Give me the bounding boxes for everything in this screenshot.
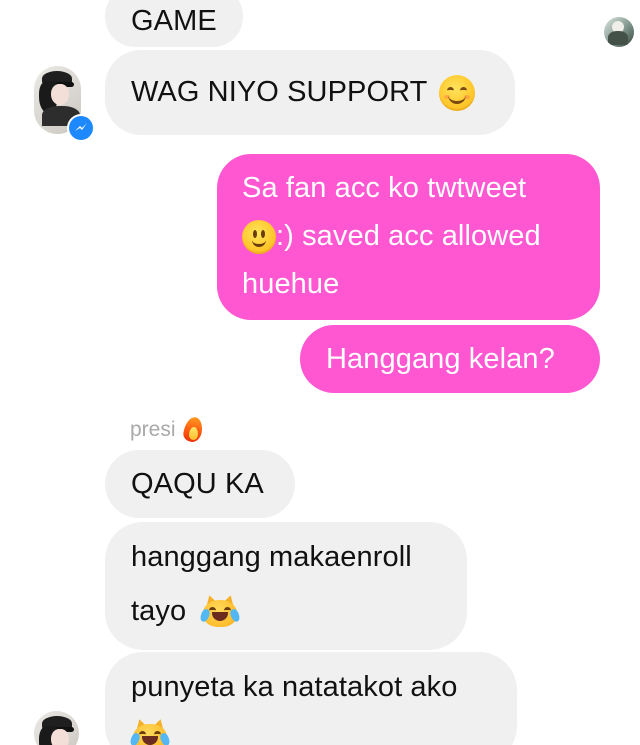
message-line-2: [128, 711, 517, 745]
message-bubble-game[interactable]: GAME: [105, 0, 243, 47]
chat-screen: GAME WAG NIYO SUPPORT Sa fan acc ko twtw…: [0, 0, 640, 745]
mouth: [448, 92, 467, 105]
avatar-body: [608, 31, 628, 45]
message-line-3: huehue: [242, 268, 340, 300]
message-line-1: hanggang makaenroll: [131, 541, 412, 573]
message-bubble-hanggang-kelan[interactable]: Hanggang kelan?: [300, 325, 600, 393]
message-text: WAG NIYO SUPPORT: [131, 76, 427, 108]
message-line-2: tayo: [131, 584, 467, 638]
sender-avatar-presi-bottom[interactable]: [34, 711, 79, 745]
avatar-face: [51, 729, 69, 745]
left-eye: [253, 230, 257, 239]
message-line-2-text: tayo: [131, 595, 187, 627]
message-line-2-text: :) saved acc allowed: [276, 220, 541, 252]
avatar-face: [51, 84, 69, 105]
seen-avatar: [604, 17, 634, 47]
smiling-face-icon: [439, 75, 476, 112]
fire-icon: [182, 416, 206, 444]
message-bubble-fan-acc[interactable]: Sa fan acc ko twtweet :) saved acc allow…: [217, 154, 600, 320]
sender-name-text: presi: [130, 418, 176, 441]
messenger-badge-icon: [67, 114, 95, 142]
message-bubble-punyeta[interactable]: punyeta ka natatakot ako: [105, 652, 517, 745]
message-line-2: :) saved acc allowed: [242, 212, 600, 260]
message-text: Hanggang kelan?: [326, 343, 555, 375]
cat-tears-of-joy-icon: [128, 717, 172, 745]
right-eye: [261, 230, 265, 239]
messenger-bolt-icon: [75, 123, 87, 131]
message-line-1: Sa fan acc ko twtweet: [242, 172, 527, 204]
message-bubble-wag-niyo-support[interactable]: WAG NIYO SUPPORT: [105, 50, 515, 135]
message-bubble-qaqu-ka[interactable]: QAQU KA: [105, 450, 295, 518]
cat-tears-of-joy-icon: [199, 593, 242, 629]
message-text: GAME: [131, 5, 217, 37]
slightly-smiling-face-icon: [242, 220, 276, 255]
mouth: [252, 238, 266, 248]
message-line-1: punyeta ka natatakot ako: [131, 671, 458, 703]
message-line: WAG NIYO SUPPORT: [131, 67, 515, 117]
message-bubble-hanggang-makaenroll[interactable]: hanggang makaenroll tayo: [105, 522, 467, 650]
messenger-logo: [69, 116, 93, 140]
sender-name: presi: [130, 416, 206, 444]
message-text: QAQU KA: [131, 468, 264, 500]
